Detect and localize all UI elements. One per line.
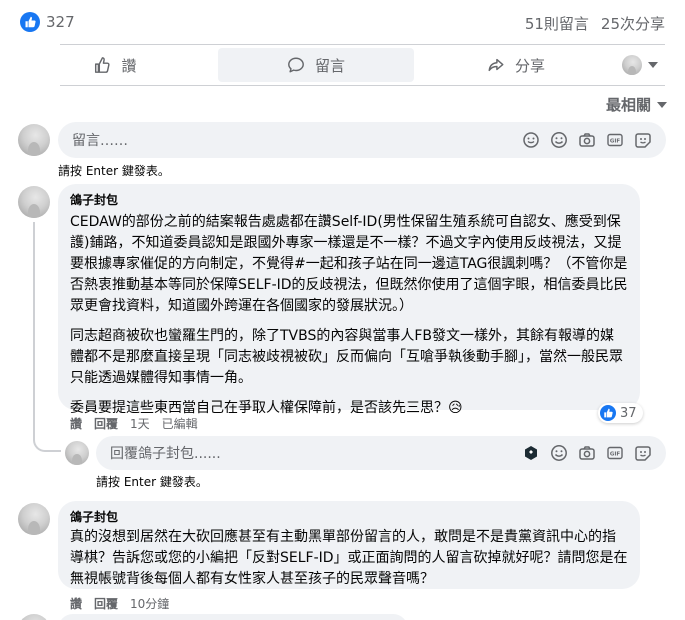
comment-bubble: 鴿子封包 真的沒想到居然在大砍回應甚至有主動黑單部份留言的人，敢問是不是貴黨資訊… xyxy=(58,501,640,589)
comment-input-placeholder: 留言…… xyxy=(72,133,128,149)
comment-bubble: 鴿子封包 CEDAW的部份之前的結案報告處處都在讚Self-ID(男性保留生殖系… xyxy=(58,184,640,416)
like-count[interactable]: 327 xyxy=(46,13,75,31)
share-count[interactable]: 25次分享 xyxy=(601,13,665,34)
avatar[interactable] xyxy=(18,186,50,218)
comment-meta: 讚 回覆 10分鐘 xyxy=(70,595,169,612)
share-icon xyxy=(487,56,505,74)
emoji-icon[interactable] xyxy=(550,131,568,149)
action-row: 讚 留言 分享 xyxy=(15,48,670,82)
camera-icon[interactable] xyxy=(578,444,596,462)
comment-bubble xyxy=(58,614,408,620)
comment-reply-link[interactable]: 回覆 xyxy=(94,595,118,612)
comment-text: CEDAW的部份之前的結案報告處處都在讚Self-ID(男性保留生殖系統可自認女… xyxy=(70,212,628,419)
comment-icon xyxy=(287,56,305,74)
share-button[interactable]: 分享 xyxy=(418,48,614,82)
gif-icon[interactable]: GIF xyxy=(606,444,624,462)
enter-hint: 請按 Enter 鍵發表。 xyxy=(58,164,170,178)
sort-dropdown[interactable]: 最相關 xyxy=(606,94,667,115)
enter-hint: 請按 Enter 鍵發表。 xyxy=(96,475,208,489)
avatar[interactable] xyxy=(18,124,50,156)
reply-input-placeholder: 回覆鴿子封包...... xyxy=(110,446,221,462)
emoji-icon[interactable] xyxy=(550,444,568,462)
sad-emoji: 😥 xyxy=(448,400,463,416)
like-reaction-icon[interactable] xyxy=(20,12,40,32)
comment-paragraph-text: 委員要提這些東西當自己在爭取人權保障前，是否該先三思？ xyxy=(70,400,448,416)
like-icon xyxy=(93,56,111,74)
avatar xyxy=(622,55,642,75)
thread-line xyxy=(33,222,35,438)
comment-reaction-count[interactable]: 37 xyxy=(598,403,643,423)
comment-like-link[interactable]: 讚 xyxy=(70,595,82,612)
like-button-label: 讚 xyxy=(121,56,137,75)
comment-paragraph: 真的沒想到居然在大砍回應甚至有主動黑單部份留言的人，敢問是不是貴黨資訊中心的指導… xyxy=(70,529,628,587)
thread-line xyxy=(33,430,61,452)
comment-text: 真的沒想到居然在大砍回應甚至有主動黑單部份留言的人，敢問是不是貴黨資訊中心的指導… xyxy=(70,527,628,590)
comment-author[interactable]: 鴿子封包 xyxy=(70,509,628,525)
avatar-sticker-icon[interactable] xyxy=(634,131,652,149)
comment-paragraph: 同志超商被砍也蠻羅生門的，除了TVBS的內容與當事人FB發文一樣外，其餘有報導的… xyxy=(70,328,623,386)
gif-icon[interactable]: GIF xyxy=(606,131,624,149)
avatar[interactable] xyxy=(65,441,89,465)
audience-selector[interactable] xyxy=(622,55,658,75)
comment-button[interactable]: 留言 xyxy=(218,48,414,82)
like-button[interactable]: 讚 xyxy=(15,48,215,82)
avatar[interactable] xyxy=(18,614,50,620)
reply-input[interactable]: 回覆鴿子封包...... GIF xyxy=(96,436,666,470)
comment-button-label: 留言 xyxy=(314,56,345,75)
chevron-down-icon xyxy=(648,56,658,74)
sticker-icon[interactable] xyxy=(522,131,540,149)
comment-count[interactable]: 51則留言 xyxy=(525,13,589,34)
comment-edited: 已編輯 xyxy=(161,417,198,431)
comment-paragraph: CEDAW的部份之前的結案報告處處都在讚Self-ID(男性保留生殖系統可自認女… xyxy=(70,214,628,314)
comment-reply-link[interactable]: 回覆 xyxy=(94,415,118,432)
comment-time[interactable]: 1天 xyxy=(130,415,150,432)
sort-label: 最相關 xyxy=(605,96,651,114)
svg-text:GIF: GIF xyxy=(610,451,621,457)
svg-text:GIF: GIF xyxy=(610,138,621,144)
comment-like-link[interactable]: 讚 xyxy=(70,415,82,432)
reaction-summary: 327 51則留言 25次分享 xyxy=(0,0,685,44)
chevron-down-icon xyxy=(657,96,667,114)
like-icon xyxy=(600,405,616,421)
comment-author[interactable]: 鴿子封包 xyxy=(70,192,628,208)
comment-time[interactable]: 10分鐘 xyxy=(130,595,169,612)
avatar-sticker-icon[interactable] xyxy=(634,444,652,462)
divider xyxy=(60,85,665,86)
sticker-icon[interactable] xyxy=(522,444,540,462)
share-button-label: 分享 xyxy=(514,56,545,75)
comment-input[interactable]: 留言…… GIF xyxy=(58,122,666,158)
comment-meta: 讚 回覆 1天 已編輯 xyxy=(70,415,198,432)
avatar[interactable] xyxy=(18,503,50,535)
camera-icon[interactable] xyxy=(578,131,596,149)
reaction-count: 37 xyxy=(620,405,637,421)
divider xyxy=(60,44,665,45)
